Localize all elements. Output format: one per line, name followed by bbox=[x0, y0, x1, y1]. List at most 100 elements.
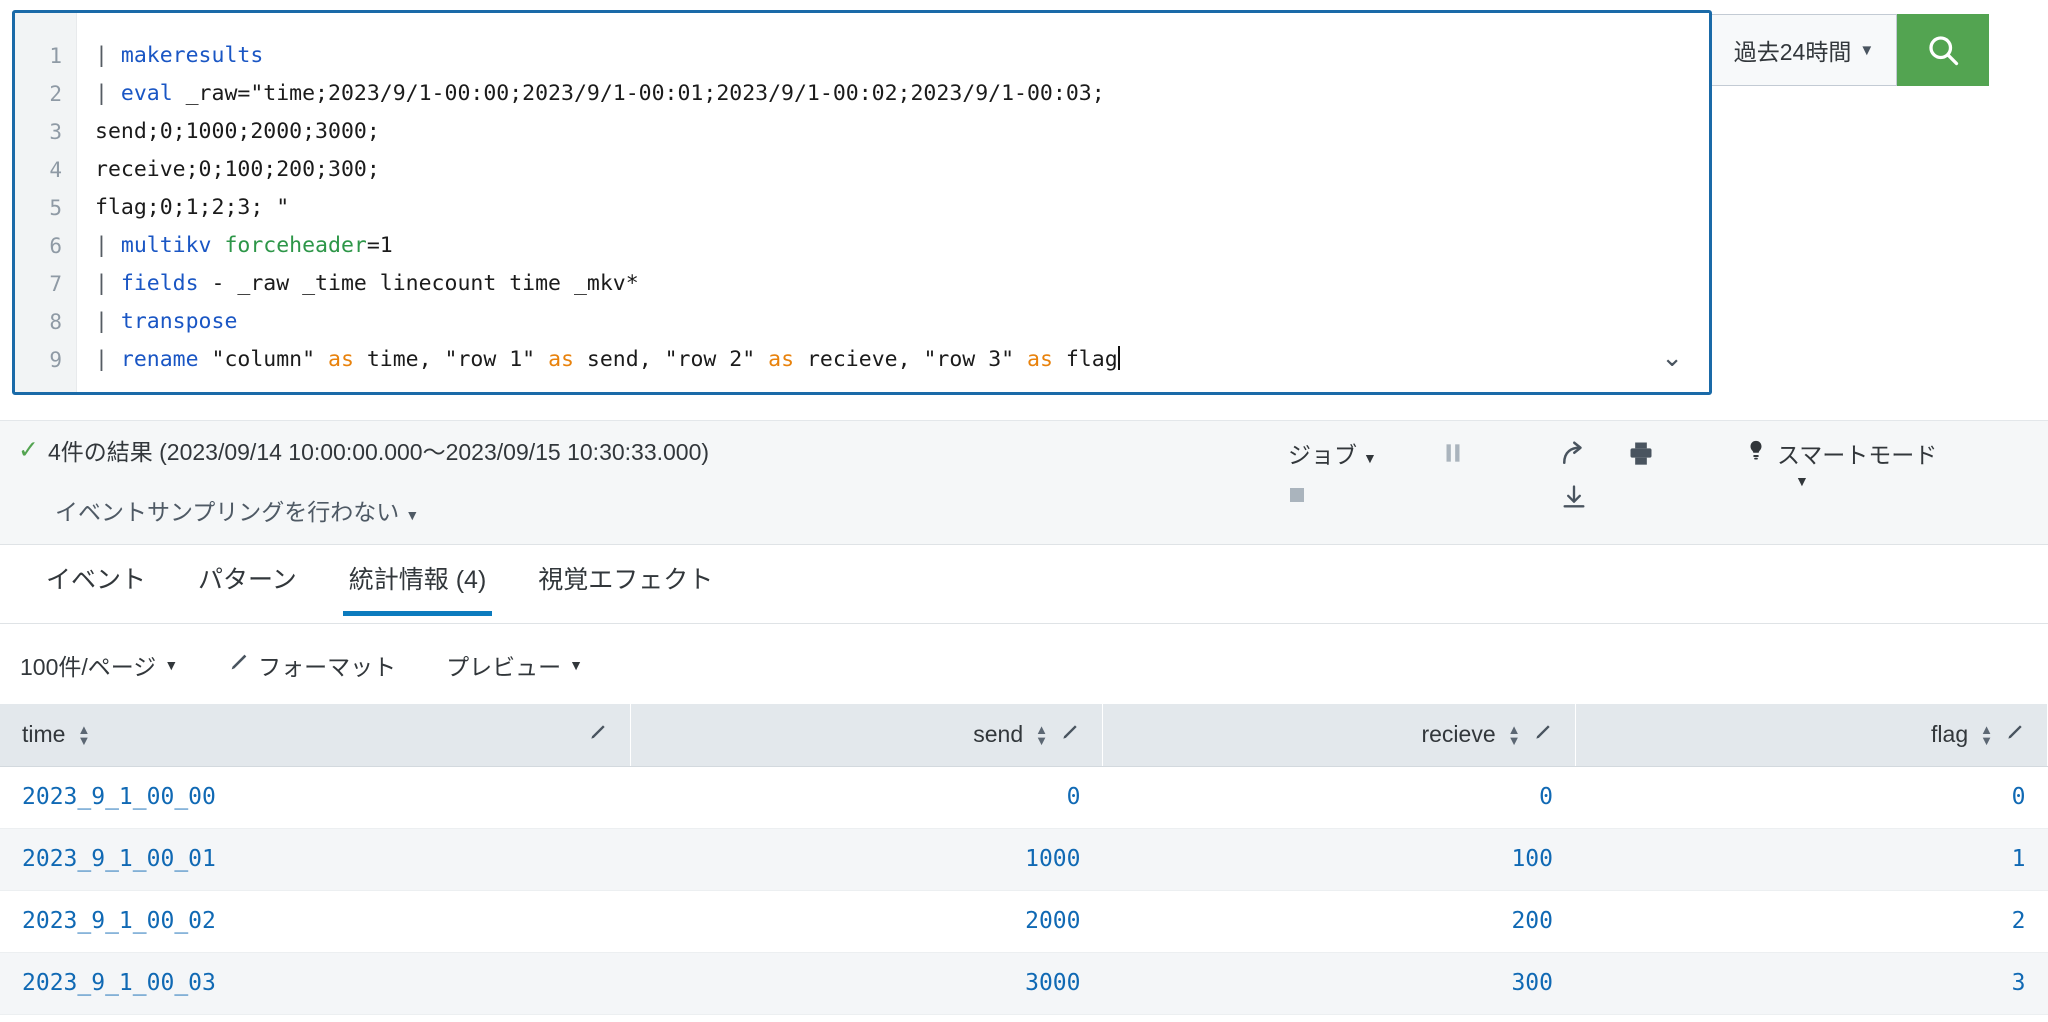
sort-icon[interactable]: ▲ ▼ bbox=[1508, 723, 1521, 747]
cell-flag[interactable]: 1 bbox=[1575, 828, 2048, 891]
editor-line-number: 1 bbox=[49, 44, 62, 68]
column-header-time[interactable]: time ▲ ▼ bbox=[0, 704, 631, 767]
editor-code-area[interactable]: | makeresults | eval _raw="time;2023/9/1-… bbox=[77, 13, 1709, 392]
cell-flag[interactable]: 2 bbox=[1575, 890, 2048, 953]
editor-line[interactable]: send;0;1000;2000;3000; bbox=[95, 113, 1709, 151]
cell-value[interactable]: 2023_9_1_00_01 bbox=[22, 846, 216, 872]
editor-line[interactable]: flag;0;1;2;3; " bbox=[95, 189, 1709, 227]
cell-value[interactable]: 2 bbox=[2012, 908, 2026, 934]
cell-flag[interactable]: 0 bbox=[1575, 766, 2048, 829]
editor-line[interactable]: | fields - _raw _time linecount time _mk… bbox=[95, 265, 1709, 303]
editor-line[interactable]: | rename "column" as time, "row 1" as se… bbox=[95, 341, 1709, 379]
smart-mode-dropdown[interactable]: スマートモード bbox=[1745, 436, 1937, 470]
per-page-dropdown[interactable]: 100件/ページ ▼ bbox=[20, 648, 178, 682]
pencil-icon[interactable] bbox=[588, 722, 608, 748]
column-header-send[interactable]: send ▲ ▼ bbox=[630, 704, 1103, 767]
chevron-down-icon: ▼ bbox=[569, 657, 584, 673]
cell-value[interactable]: 300 bbox=[1511, 970, 1553, 996]
search-submit-button[interactable] bbox=[1897, 14, 1989, 86]
code-token: as bbox=[328, 347, 354, 372]
cell-value[interactable]: 3000 bbox=[1025, 970, 1080, 996]
share-icon[interactable] bbox=[1558, 439, 1588, 473]
event-sampling-dropdown[interactable]: イベントサンプリングを行わない ▼ bbox=[55, 493, 419, 527]
cell-recieve[interactable]: 100 bbox=[1102, 828, 1575, 891]
cell-send[interactable]: 3000 bbox=[630, 952, 1103, 1015]
cell-value[interactable]: 0 bbox=[1539, 784, 1553, 810]
tab-0[interactable]: イベント bbox=[20, 546, 172, 616]
column-header-label: send bbox=[973, 721, 1024, 748]
cell-value[interactable]: 3 bbox=[2012, 970, 2026, 996]
format-label: フォーマット bbox=[258, 654, 397, 680]
chevron-down-icon[interactable]: ▼ bbox=[1795, 473, 1809, 489]
editor-line[interactable]: | eval _raw="time;2023/9/1-00:00;2023/9/… bbox=[95, 75, 1709, 113]
code-token: | bbox=[95, 43, 121, 68]
cell-value[interactable]: 100 bbox=[1511, 846, 1553, 872]
editor-line-number: 5 bbox=[49, 196, 62, 220]
code-token: as bbox=[548, 347, 574, 372]
editor-line-number-gutter: 1 2 3 4 5 6 7 8 9 bbox=[15, 13, 77, 392]
editor-line[interactable]: receive;0;100;200;300; bbox=[95, 151, 1709, 189]
cell-value[interactable]: 2000 bbox=[1025, 908, 1080, 934]
column-header-flag[interactable]: flag ▲ ▼ bbox=[1575, 704, 2048, 767]
column-header-recieve[interactable]: recieve ▲ ▼ bbox=[1102, 704, 1576, 767]
pencil-icon[interactable] bbox=[2005, 722, 2025, 748]
cell-value[interactable]: 200 bbox=[1511, 908, 1553, 934]
cell-send[interactable]: 1000 bbox=[630, 828, 1103, 891]
column-header-label: recieve bbox=[1421, 721, 1496, 748]
print-icon[interactable] bbox=[1627, 439, 1655, 471]
result-tabs: イベント パターン 統計情報 (4) 視覚エフェクト bbox=[0, 546, 2048, 624]
tab-2[interactable]: 統計情報 (4) bbox=[323, 546, 513, 616]
cell-value[interactable]: 1000 bbox=[1025, 846, 1080, 872]
cell-flag[interactable]: 3 bbox=[1575, 952, 2048, 1015]
export-icon[interactable] bbox=[1560, 483, 1588, 515]
sort-icon[interactable]: ▲ ▼ bbox=[77, 723, 90, 747]
tab-1[interactable]: パターン bbox=[172, 546, 323, 616]
event-sampling-label: イベントサンプリングを行わない bbox=[55, 499, 400, 525]
spl-query-editor[interactable]: 123456789 | makeresults | eval _raw="time… bbox=[12, 10, 1712, 395]
cell-value[interactable]: 2023_9_1_00_03 bbox=[22, 970, 216, 996]
tab-label: パターン bbox=[198, 566, 297, 594]
cell-value[interactable]: 0 bbox=[2012, 784, 2026, 810]
cell-recieve[interactable]: 0 bbox=[1102, 766, 1575, 829]
time-range-picker[interactable]: 過去24時間 ▼ bbox=[1712, 14, 1897, 86]
cell-value[interactable]: 0 bbox=[1067, 784, 1081, 810]
code-token: fields bbox=[120, 271, 199, 296]
sort-icon[interactable]: ▲ ▼ bbox=[1980, 723, 1993, 747]
cell-time[interactable]: 2023_9_1_00_00 bbox=[0, 766, 630, 829]
cell-value[interactable]: 2023_9_1_00_02 bbox=[22, 908, 216, 934]
cell-time[interactable]: 2023_9_1_00_01 bbox=[0, 828, 630, 891]
cell-value[interactable]: 2023_9_1_00_00 bbox=[22, 784, 216, 810]
code-token: _raw="time;2023/9/1-00:00;2023/9/1-00:01… bbox=[172, 81, 1105, 106]
stop-icon[interactable] bbox=[1285, 483, 1309, 511]
table-row: 2023_9_1_00_00 0 0 0 bbox=[0, 766, 2048, 829]
chevron-down-icon: ▼ bbox=[405, 507, 420, 523]
jobs-dropdown[interactable]: ジョブ ▼ bbox=[1288, 436, 1377, 470]
code-token: multikv bbox=[120, 233, 212, 258]
format-button[interactable]: フォーマット bbox=[228, 648, 396, 682]
pencil-icon[interactable] bbox=[1533, 722, 1553, 748]
cell-send[interactable]: 2000 bbox=[630, 890, 1103, 953]
pause-icon[interactable] bbox=[1440, 439, 1466, 471]
cell-recieve[interactable]: 300 bbox=[1102, 952, 1575, 1015]
tab-3[interactable]: 視覚エフェクト bbox=[512, 546, 739, 616]
table-body: 2023_9_1_00_00 0 0 0 2023_9_1_00_01 1000 100 1 2… bbox=[0, 766, 2048, 1015]
cell-value[interactable]: 1 bbox=[2012, 846, 2026, 872]
results-status-bar: ✓ 4件の結果 (2023/09/14 10:00:00.000〜2023/09… bbox=[0, 420, 2048, 545]
cell-time[interactable]: 2023_9_1_00_02 bbox=[0, 890, 630, 953]
code-token: as bbox=[1027, 347, 1053, 372]
column-header-label: time bbox=[22, 721, 66, 748]
preview-dropdown[interactable]: プレビュー ▼ bbox=[446, 648, 583, 682]
editor-line[interactable]: | makeresults bbox=[95, 37, 1709, 75]
editor-line[interactable]: | transpose bbox=[95, 303, 1709, 341]
pencil-icon[interactable] bbox=[1060, 722, 1080, 748]
cell-time[interactable]: 2023_9_1_00_03 bbox=[0, 952, 630, 1015]
cell-recieve[interactable]: 200 bbox=[1102, 890, 1575, 953]
table-header-row: time ▲ ▼ send ▲ ▼ recieve ▲ ▼ flag ▲ ▼ bbox=[0, 704, 2048, 767]
chevron-down-icon[interactable]: ⌄ bbox=[1661, 344, 1683, 370]
cell-send[interactable]: 0 bbox=[630, 766, 1103, 829]
editor-line[interactable]: | multikv forceheader=1 bbox=[95, 227, 1709, 265]
sort-icon[interactable]: ▲ ▼ bbox=[1035, 723, 1048, 747]
editor-line-number: 4 bbox=[49, 158, 62, 182]
code-token: rename bbox=[120, 347, 199, 372]
